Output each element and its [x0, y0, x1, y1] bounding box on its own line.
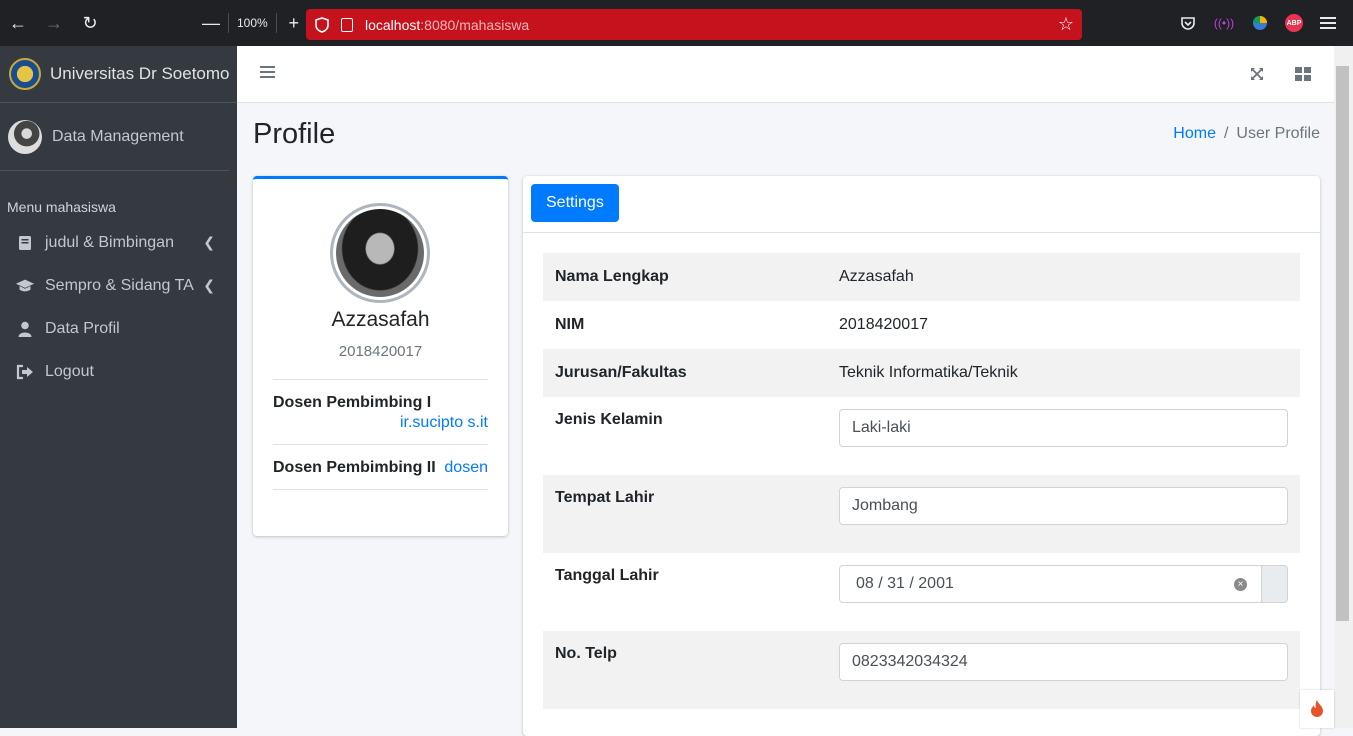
table-row: Jurusan/Fakultas Teknik Informatika/Tekn…: [543, 349, 1300, 397]
date-picker-toggle[interactable]: [1262, 565, 1288, 603]
adblock-icon[interactable]: ABP: [1285, 14, 1303, 32]
content-header: Profile Home / User Profile: [253, 118, 1320, 151]
breadcrumb-separator: /: [1223, 125, 1229, 142]
user-panel-name: Data Management: [52, 127, 184, 145]
tempat-lahir-input[interactable]: Jombang: [839, 487, 1288, 525]
tanggal-lahir-label: Tanggal Lahir: [555, 567, 659, 584]
breadcrumb-home-link[interactable]: Home: [1173, 125, 1216, 142]
table-row: Nama Lengkap Azzasafah: [543, 253, 1300, 301]
sidebar-item-judul-bimbingan[interactable]: judul & Bimbingan ❮: [0, 221, 237, 264]
shield-icon[interactable]: [315, 16, 329, 33]
grid-layout-icon[interactable]: [1295, 67, 1311, 86]
back-arrow-icon[interactable]: ←: [0, 0, 36, 46]
jenis-kelamin-input[interactable]: Laki-laki: [839, 409, 1288, 447]
clear-icon[interactable]: ×: [1234, 578, 1247, 591]
dosen1-link[interactable]: ir.sucipto s.it: [273, 414, 488, 432]
nim-value: 2018420017: [839, 316, 928, 333]
menu-icon[interactable]: [1317, 13, 1339, 33]
sidebar-item-sempro-sidang[interactable]: Sempro & Sidang TA ❮: [0, 264, 237, 307]
dosen2-link[interactable]: dosen: [444, 459, 488, 477]
nama-label: Nama Lengkap: [555, 268, 669, 285]
nama-value: Azzasafah: [839, 268, 914, 285]
profile-card: Azzasafah 2018420017 Dosen Pembimbing I …: [253, 176, 508, 536]
sidebar-item-logout[interactable]: Logout: [0, 350, 237, 393]
dosen1-label: Dosen Pembimbing I: [273, 394, 432, 411]
page-title: Profile: [253, 118, 336, 150]
zoom-in-button[interactable]: +: [281, 13, 307, 34]
radio-extension-icon[interactable]: ((•)): [1213, 13, 1235, 33]
chevron-left-icon: ❮: [203, 234, 215, 250]
sidebar-item-label: Data Profil: [45, 319, 120, 337]
extensions: ((•)) ABP: [1177, 13, 1339, 33]
profile-photo: [330, 203, 430, 303]
zoom-level[interactable]: 100%: [228, 13, 277, 33]
browser-toolbar: ← → ↻ — 100% + localhost:8080/mahasiswa …: [0, 0, 1353, 46]
sidebar-item-label: Sempro & Sidang TA: [45, 276, 194, 294]
profile-info-list: Dosen Pembimbing I ir.sucipto s.it Dosen…: [273, 379, 488, 490]
brand-link[interactable]: Universitas Dr Soetomo: [0, 46, 237, 103]
book-icon: [15, 235, 35, 251]
breadcrumb-current: User Profile: [1236, 125, 1320, 142]
breadcrumb: Home / User Profile: [1173, 125, 1320, 143]
sidebar-item-label: judul & Bimbingan: [45, 233, 174, 251]
dosen2-label: Dosen Pembimbing II: [273, 459, 436, 476]
list-item: Dosen Pembimbing I ir.sucipto s.it: [273, 379, 488, 444]
user-panel[interactable]: Data Management: [0, 103, 229, 171]
scrollbar-thumb[interactable]: [1336, 66, 1349, 621]
colorful-extension-icon[interactable]: [1249, 13, 1271, 33]
chevron-left-icon: ❮: [203, 277, 215, 293]
no-telp-label: No. Telp: [555, 645, 617, 662]
url-text[interactable]: localhost:8080/mahasiswa: [365, 17, 529, 33]
pocket-icon[interactable]: [1177, 13, 1199, 33]
nim-label: NIM: [555, 316, 585, 333]
profile-name: Azzasafah: [331, 308, 430, 331]
brand-text: Universitas Dr Soetomo: [50, 64, 230, 83]
jenis-kelamin-label: Jenis Kelamin: [555, 411, 663, 428]
sidebar-item-data-profil[interactable]: Data Profil: [0, 307, 237, 350]
page-scrollbar[interactable]: [1334, 46, 1353, 728]
sidebar-item-label: Logout: [45, 362, 94, 380]
list-item: Dosen Pembimbing II dosen: [273, 444, 488, 490]
url-bar[interactable]: localhost:8080/mahasiswa ☆: [306, 9, 1082, 40]
jurusan-label: Jurusan/Fakultas: [555, 364, 687, 381]
menu-header: Menu mahasiswa: [7, 199, 116, 215]
no-telp-input[interactable]: 0823342034324: [839, 643, 1288, 681]
settings-card: Settings Nama Lengkap Azzasafah NIM 2018…: [523, 176, 1320, 736]
date-picker: 08 / 31 / 2001 ×: [839, 565, 1288, 603]
profile-nim: 2018420017: [338, 343, 423, 360]
top-navbar: [237, 46, 1334, 103]
reload-icon[interactable]: ↻: [72, 0, 108, 46]
table-row: NIM 2018420017: [543, 301, 1300, 349]
university-logo: [9, 58, 41, 90]
zoom-out-button[interactable]: —: [198, 13, 224, 34]
table-row: Jenis Kelamin Laki-laki: [543, 397, 1300, 475]
page-icon: [341, 17, 353, 32]
avatar: [8, 119, 42, 154]
hamburger-menu-icon[interactable]: [260, 65, 275, 84]
tab-settings[interactable]: Settings: [531, 184, 619, 222]
settings-tabs: Settings: [523, 176, 1320, 233]
table-row: No. Telp 0823342034324: [543, 631, 1300, 709]
profile-form: Nama Lengkap Azzasafah NIM 2018420017 Ju…: [543, 253, 1300, 709]
graduation-cap-icon: [15, 278, 35, 294]
tanggal-lahir-input[interactable]: 08 / 31 / 2001 ×: [839, 565, 1262, 603]
table-row: Tempat Lahir Jombang: [543, 475, 1300, 553]
tempat-lahir-label: Tempat Lahir: [555, 489, 655, 506]
codeigniter-flame-icon[interactable]: [1300, 690, 1334, 728]
tanggal-lahir-value: 08 / 31 / 2001: [856, 575, 954, 592]
sign-out-icon: [15, 364, 35, 380]
forward-arrow-icon[interactable]: →: [36, 0, 72, 46]
user-icon: [15, 321, 35, 337]
jurusan-value: Teknik Informatika/Teknik: [839, 364, 1018, 381]
table-row: Tanggal Lahir 08 / 31 / 2001 ×: [543, 553, 1300, 631]
bookmark-star-icon[interactable]: ☆: [1058, 14, 1074, 35]
zoom-control: — 100% +: [198, 13, 307, 34]
fullscreen-expand-icon[interactable]: [1250, 67, 1264, 86]
sidebar: Universitas Dr Soetomo Data Management M…: [0, 46, 237, 728]
